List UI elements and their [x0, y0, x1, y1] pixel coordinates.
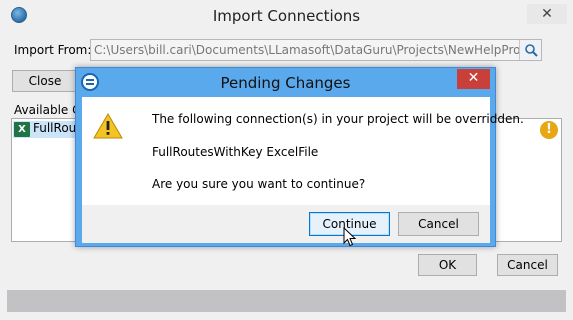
- dialog-message-line-1: The following connection(s) in your proj…: [152, 112, 524, 126]
- cancel-button[interactable]: Cancel: [497, 254, 558, 276]
- status-bar: [7, 290, 566, 312]
- mouse-pointer-icon: [343, 226, 357, 250]
- dialog-message-question: Are you sure you want to continue?: [152, 177, 366, 191]
- main-window-title: Import Connections: [212, 7, 361, 25]
- dialog-title: Pending Changes: [220, 74, 351, 92]
- search-icon[interactable]: [519, 40, 541, 60]
- warning-badge-icon: !: [540, 121, 558, 139]
- import-path-field[interactable]: C:\Users\bill.cari\Documents\LLamasoft\D…: [90, 39, 542, 61]
- list-item-label: FullRou: [33, 121, 77, 135]
- excel-icon: X: [14, 122, 30, 137]
- dialog-cancel-button[interactable]: Cancel: [398, 212, 479, 236]
- ok-button[interactable]: OK: [418, 254, 477, 276]
- close-button[interactable]: Close: [12, 70, 78, 92]
- dialog-close-icon[interactable]: ✕: [457, 69, 490, 89]
- main-close-icon[interactable]: ✕: [527, 4, 567, 24]
- dialog-message-connection-name: FullRoutesWithKey ExcelFile: [152, 145, 319, 159]
- import-from-label: Import From:: [14, 43, 92, 57]
- warning-triangle-icon: [93, 112, 123, 143]
